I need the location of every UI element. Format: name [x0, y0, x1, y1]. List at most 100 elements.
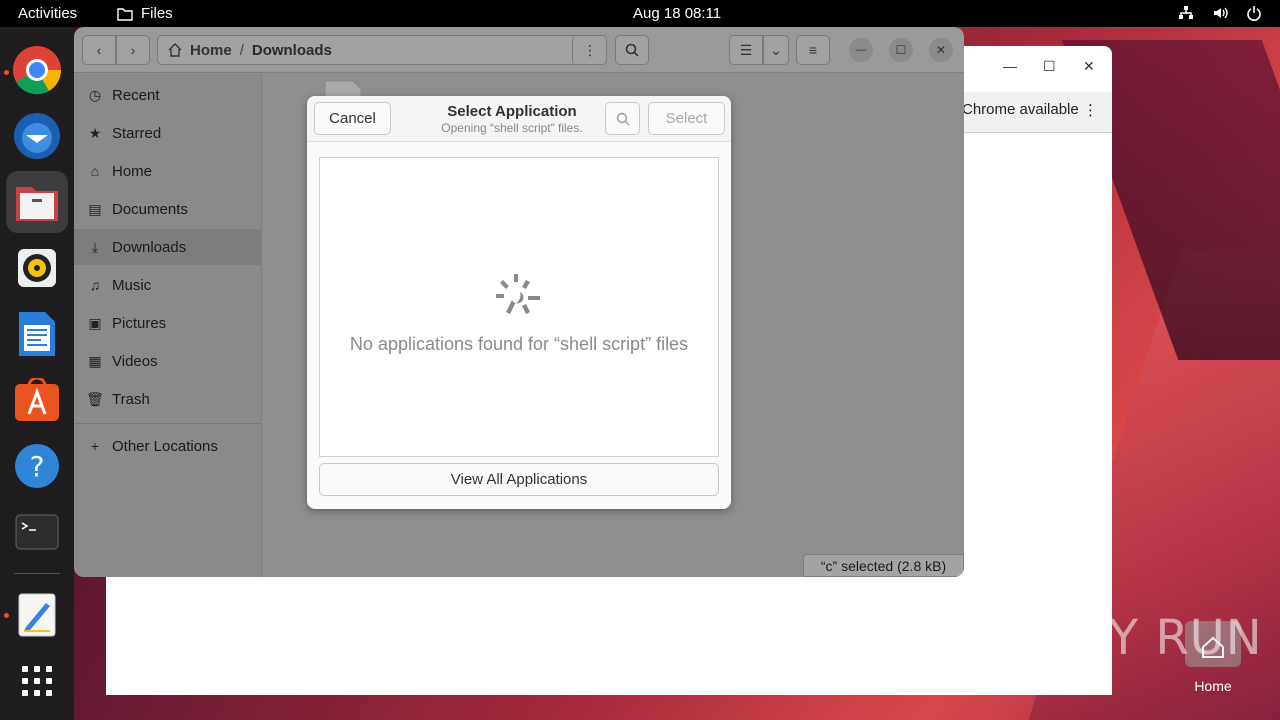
- search-icon: [616, 112, 629, 125]
- view-all-applications-button[interactable]: View All Applications: [319, 463, 719, 496]
- sidebar-item-label: Home: [112, 162, 153, 180]
- sidebar-item-label: Trash: [112, 390, 150, 408]
- dock-rhythmbox[interactable]: [6, 237, 68, 299]
- close-icon: ✕: [935, 43, 947, 57]
- clock[interactable]: Aug 18 08:11: [633, 5, 721, 22]
- minimize-icon: —: [855, 44, 867, 56]
- dock-libreoffice-writer[interactable]: [6, 303, 68, 365]
- search-icon: [625, 43, 639, 57]
- select-application-dialog: Cancel Select Application Opening “shell…: [307, 96, 731, 509]
- path-home[interactable]: Home: [190, 42, 232, 59]
- music-icon: ♫: [89, 277, 101, 293]
- system-tray[interactable]: [1178, 5, 1262, 21]
- picture-icon: ▣: [88, 314, 102, 331]
- dialog-header: Cancel Select Application Opening “shell…: [307, 96, 731, 142]
- help-icon: ?: [15, 444, 59, 488]
- sidebar-item-label: Starred: [112, 124, 162, 142]
- sidebar-item-label: Downloads: [112, 238, 187, 256]
- home-icon: [168, 43, 182, 57]
- cancel-button[interactable]: Cancel: [314, 102, 391, 135]
- maximize-button[interactable]: ☐: [889, 38, 913, 62]
- empty-message: No applications found for “shell script”…: [349, 334, 689, 354]
- search-button[interactable]: [615, 35, 649, 65]
- path-menu-button[interactable]: ⋮: [572, 35, 607, 65]
- video-icon: ▦: [88, 352, 102, 369]
- star-icon: ★: [88, 124, 102, 141]
- sidebar-item-home[interactable]: ⌂ Home: [74, 153, 262, 189]
- sidebar-item-videos[interactable]: ▦ Videos: [74, 343, 262, 379]
- search-button[interactable]: [605, 102, 640, 135]
- close-icon[interactable]: ✕: [1083, 58, 1095, 75]
- sidebar-item-pictures[interactable]: ▣ Pictures: [74, 305, 262, 341]
- dock-chrome[interactable]: [6, 39, 68, 101]
- main-menu-button[interactable]: ≡: [796, 35, 830, 65]
- app-name: Files: [141, 5, 173, 22]
- chevron-down-icon: ⌄: [770, 41, 782, 58]
- more-icon[interactable]: ⋮: [1083, 101, 1098, 119]
- files-headerbar: ‹ › Home / Downloads ⋮ ☰ ⌄ ≡ — ☐ ✕: [74, 27, 964, 73]
- chrome-infobar-text: Chrome available: [962, 101, 1079, 118]
- sidebar-item-other-locations[interactable]: + Other Locations: [74, 428, 262, 464]
- power-icon: [1247, 6, 1261, 21]
- show-apps-button[interactable]: [6, 650, 68, 712]
- chevron-right-icon: ›: [130, 42, 136, 58]
- home-icon: ⌂: [90, 163, 100, 179]
- view-list-button[interactable]: ☰: [729, 35, 763, 65]
- sidebar-item-starred[interactable]: ★ Starred: [74, 115, 262, 151]
- dock-terminal[interactable]: [6, 501, 68, 563]
- forward-button[interactable]: ›: [116, 35, 150, 65]
- activities-button[interactable]: Activities: [18, 5, 77, 22]
- sidebar-item-label: Music: [112, 276, 152, 294]
- files-icon: [16, 187, 58, 221]
- dock-files[interactable]: [6, 171, 68, 233]
- svg-text:?: ?: [30, 450, 45, 483]
- sidebar-separator: [74, 423, 262, 424]
- sidebar-item-music[interactable]: ♫ Music: [74, 267, 262, 303]
- sidebar-item-downloads[interactable]: ⤓ Downloads: [74, 229, 262, 265]
- close-button[interactable]: ✕: [929, 38, 953, 62]
- thunderbird-icon: [14, 113, 60, 159]
- sidebar-item-label: Videos: [112, 352, 158, 370]
- divider: [956, 132, 1112, 133]
- dock-ubuntu-software[interactable]: [6, 369, 68, 431]
- desktop-home-label[interactable]: Home: [1180, 678, 1246, 694]
- writer-icon: [19, 312, 55, 356]
- path-separator: /: [239, 41, 244, 59]
- sidebar-item-documents[interactable]: ▤ Documents: [74, 191, 262, 227]
- back-button[interactable]: ‹: [82, 35, 116, 65]
- more-vertical-icon: ⋮: [583, 41, 597, 58]
- select-button[interactable]: Select: [648, 102, 725, 135]
- minimize-button[interactable]: —: [849, 38, 873, 62]
- folder-icon: [117, 7, 133, 21]
- chevron-left-icon: ‹: [96, 42, 102, 58]
- application-list[interactable]: No applications found for “shell script”…: [319, 157, 719, 457]
- dock-thunderbird[interactable]: [6, 105, 68, 167]
- clock-icon: ◷: [88, 86, 102, 103]
- dock-text-editor[interactable]: [6, 584, 68, 646]
- path-bar[interactable]: Home / Downloads: [157, 35, 607, 65]
- trash-icon: 🗑: [86, 390, 104, 407]
- rhythmbox-icon: [18, 249, 56, 287]
- volume-icon: [1214, 7, 1228, 19]
- top-bar: Activities Files Aug 18 08:11: [0, 0, 1280, 27]
- path-current[interactable]: Downloads: [252, 42, 332, 59]
- maximize-icon: ☐: [895, 43, 907, 57]
- sidebar-item-label: Documents: [112, 200, 188, 218]
- sidebar-item-label: Other Locations: [112, 437, 218, 455]
- dock-help[interactable]: ?: [6, 435, 68, 497]
- minimize-icon[interactable]: —: [1003, 58, 1017, 74]
- text-editor-icon: [18, 593, 56, 637]
- sidebar-item-recent[interactable]: ◷ Recent: [74, 77, 262, 113]
- application-icon: [496, 274, 540, 314]
- hamburger-icon: ≡: [808, 42, 818, 58]
- terminal-icon: [15, 514, 59, 550]
- plus-icon: +: [90, 438, 100, 454]
- dock-separator: [14, 573, 60, 574]
- network-icon: [1179, 6, 1193, 19]
- app-menu[interactable]: Files: [117, 5, 173, 22]
- view-options-button[interactable]: ⌄: [763, 35, 789, 65]
- maximize-icon[interactable]: ☐: [1043, 58, 1056, 75]
- sidebar-item-label: Recent: [112, 86, 160, 104]
- download-icon: ⤓: [91, 238, 99, 255]
- sidebar-item-trash[interactable]: 🗑 Trash: [74, 381, 262, 417]
